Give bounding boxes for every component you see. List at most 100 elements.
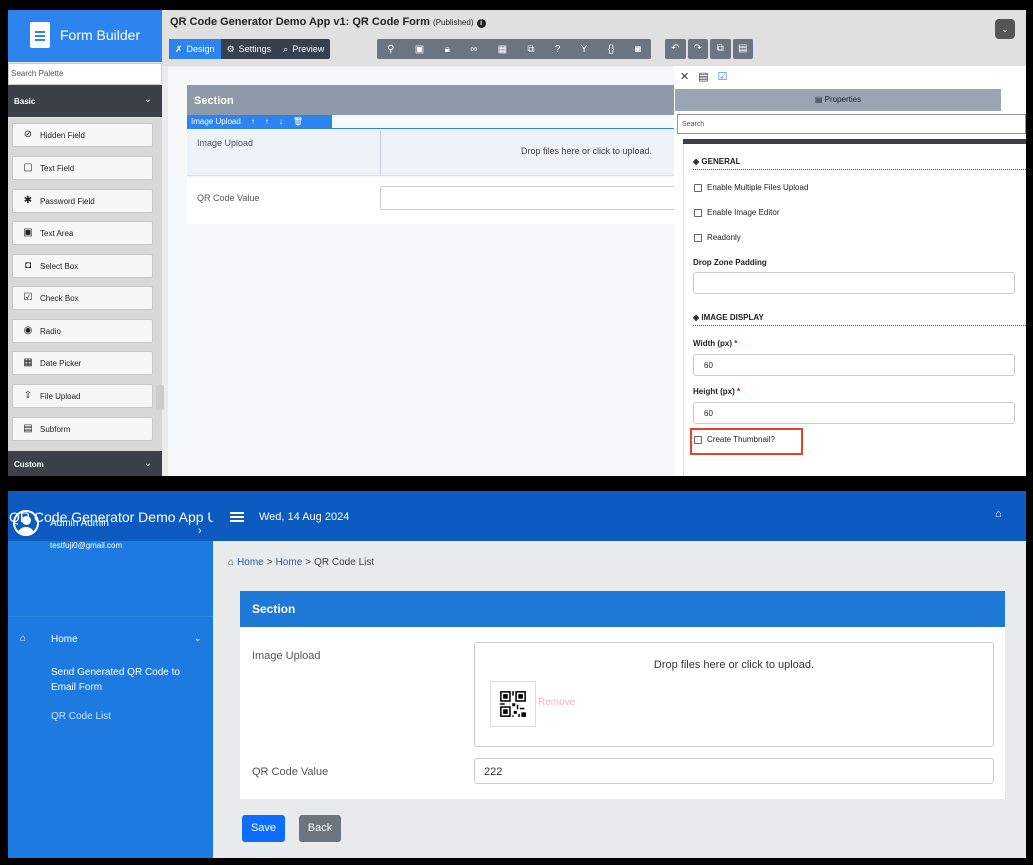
- checkbox-icon: ☑: [23, 292, 33, 303]
- palette-item-label: Check Box: [40, 294, 79, 303]
- palette-item-label: Date Picker: [40, 359, 82, 368]
- tab-settings[interactable]: ⚙ Settings: [221, 39, 278, 59]
- hamburger-menu-icon[interactable]: [230, 512, 244, 523]
- canvas-section-header[interactable]: Section: [187, 85, 678, 115]
- form-title-text: QR Code Generator Demo App v1: QR Code F…: [170, 16, 430, 28]
- hierarchy-icon[interactable]: ⚲: [387, 44, 394, 55]
- palette-item-label: Password Field: [40, 197, 95, 206]
- category-custom[interactable]: Custom ⌄: [8, 451, 162, 476]
- drop-zone[interactable]: [474, 642, 994, 747]
- trash-icon[interactable]: 🗑︎: [293, 117, 303, 127]
- palette-text-area[interactable]: ▣ Text Area: [12, 221, 153, 245]
- breadcrumb-item[interactable]: Home: [276, 557, 303, 568]
- checkbox-icon[interactable]: ☑: [718, 70, 728, 83]
- image-display-heading: ◈ IMAGE DISPLAY: [693, 313, 764, 322]
- lock-icon[interactable]: 🔒︎: [445, 44, 450, 55]
- checkbox-label: Enable Image Editor: [707, 208, 780, 217]
- canvas-drop-zone[interactable]: Drop files here or click to upload.: [380, 130, 678, 176]
- copy-icon[interactable]: ⧉: [527, 44, 534, 55]
- back-button[interactable]: Back: [299, 815, 341, 842]
- checkbox-box[interactable]: [694, 233, 702, 242]
- checkbox-label: Readonly: [707, 233, 741, 242]
- glasses-icon[interactable]: ∞: [470, 44, 477, 55]
- breadcrumb-item[interactable]: Home: [237, 557, 264, 568]
- palette-check-box[interactable]: ☑ Check Box: [12, 286, 153, 310]
- remove-link[interactable]: Remove: [538, 697, 575, 708]
- tab-preview-label: Preview: [292, 44, 325, 54]
- general-heading: ◈ GENERAL: [693, 157, 741, 166]
- palette-date-picker[interactable]: ▦ Date Picker: [12, 351, 153, 375]
- undo-icon[interactable]: ↶: [665, 39, 686, 59]
- arrow-down-icon[interactable]: ↓: [279, 117, 283, 127]
- file-icon: ▤: [23, 423, 33, 434]
- document-icon: [30, 22, 50, 48]
- palette-select-box[interactable]: ◘ Select Box: [12, 254, 153, 278]
- sidebar-item-send-form[interactable]: Send Generated QR Code to Email Form: [51, 665, 191, 695]
- paste-icon[interactable]: ▤: [732, 39, 753, 59]
- palette-file-upload[interactable]: ⇪ File Upload: [12, 384, 153, 408]
- palette-item-label: Radio: [40, 327, 61, 336]
- arrow-up-icon[interactable]: ↑: [265, 117, 269, 127]
- user-name: Admin Admin: [50, 518, 109, 529]
- palette-subform[interactable]: ▤ Subform: [12, 417, 153, 441]
- tab-preview[interactable]: ⌕ Preview: [277, 39, 330, 59]
- builder-tabs: ✗ Design ⚙ Settings ⌕ Preview: [169, 39, 331, 59]
- user-panel[interactable]: [8, 541, 213, 617]
- form-icon[interactable]: ▤: [698, 70, 708, 83]
- width-input[interactable]: 60: [693, 354, 1015, 376]
- properties-search-input[interactable]: Search: [677, 114, 1026, 134]
- form-builder-logo: Form Builder: [8, 10, 162, 62]
- checkbox-box[interactable]: [694, 208, 702, 217]
- home-icon[interactable]: ⌂: [995, 508, 1007, 520]
- save-button[interactable]: Save: [242, 815, 285, 842]
- tab-design-label: Design: [186, 44, 215, 54]
- tools-icon: ✗: [175, 43, 183, 54]
- help-icon[interactable]: ?: [555, 44, 561, 55]
- qr-code-value-input[interactable]: 222: [474, 758, 994, 784]
- category-basic[interactable]: Basic ⌄: [8, 85, 162, 117]
- current-date: Wed, 14 Aug 2024: [259, 511, 350, 523]
- app-brand[interactable]: QR Code Generator Demo App U: [8, 491, 213, 541]
- checkbox-box[interactable]: [694, 183, 702, 192]
- splitter-handle[interactable]: [156, 385, 164, 410]
- close-icon[interactable]: ✕: [680, 70, 689, 83]
- copy-icon[interactable]: ⧉: [710, 39, 731, 59]
- palette-text-field[interactable]: ▢ Text Field: [12, 156, 153, 180]
- table-icon[interactable]: ▦: [498, 44, 507, 55]
- enable-multiple-checkbox[interactable]: Enable Multiple Files Upload: [694, 183, 808, 192]
- collapse-button[interactable]: ⌄: [995, 19, 1015, 39]
- chevron-down-icon: ⌄: [143, 94, 152, 105]
- form-icon[interactable]: ▣: [415, 44, 424, 55]
- readonly-checkbox[interactable]: Readonly: [694, 233, 741, 242]
- palette-item-label: Text Area: [40, 229, 74, 238]
- camera-icon[interactable]: ◙: [635, 44, 641, 55]
- sidebar-item-qr-list[interactable]: QR Code List: [51, 711, 111, 722]
- drop-zone-padding-input[interactable]: [693, 272, 1015, 294]
- tab-properties[interactable]: ▤ Properties: [675, 89, 1001, 111]
- selection-line: [187, 128, 678, 129]
- category-custom-label: Custom: [14, 460, 44, 469]
- code-icon[interactable]: {}: [608, 44, 615, 55]
- arrow-up-icon[interactable]: ↑: [251, 117, 255, 127]
- palette-radio[interactable]: ◉ Radio: [12, 319, 153, 343]
- palette-hidden-field[interactable]: ⊘ Hidden Field: [12, 123, 153, 147]
- palette-item-label: File Upload: [40, 392, 81, 401]
- app-window: QR Code Generator Demo App U Admin Admin…: [8, 491, 1026, 858]
- tab-design[interactable]: ✗ Design: [169, 39, 221, 59]
- enable-editor-checkbox[interactable]: Enable Image Editor: [694, 208, 780, 217]
- breadcrumb-separator: >: [305, 557, 312, 568]
- height-input[interactable]: 60: [693, 402, 1015, 424]
- sidebar-item-home[interactable]: ⌂ Home ⌄: [8, 625, 213, 655]
- upload-icon: ⇪: [23, 390, 33, 401]
- chevron-right-icon[interactable]: ›: [198, 525, 202, 537]
- edit-toolbar: ↶ ↷ ⧉ ▤: [665, 39, 753, 59]
- palette-search-input[interactable]: Search Palette: [8, 63, 162, 85]
- asterisk-icon: ✱: [23, 195, 33, 206]
- canvas-qr-input[interactable]: [380, 186, 678, 210]
- branch-icon[interactable]: Y: [581, 44, 588, 55]
- palette-password-field[interactable]: ✱ Password Field: [12, 189, 153, 213]
- redo-icon[interactable]: ↷: [687, 39, 708, 59]
- palette-item-label: Text Field: [40, 164, 75, 173]
- breadcrumb-current: QR Code List: [314, 557, 375, 568]
- text-area-icon: ▣: [23, 227, 33, 238]
